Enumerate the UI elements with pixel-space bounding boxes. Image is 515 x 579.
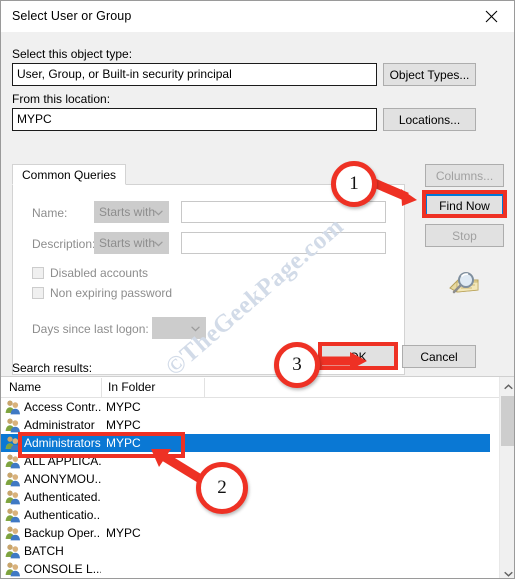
location-label: From this location: — [12, 92, 111, 106]
search-results-label: Search results: — [12, 361, 93, 375]
cancel-button[interactable]: Cancel — [402, 345, 476, 368]
description-operator-combo[interactable]: Starts with — [94, 232, 169, 254]
table-row[interactable]: Authenticatio... — [1, 506, 490, 524]
user-group-icon — [5, 507, 21, 523]
annotation-highlight-ok — [318, 342, 398, 370]
user-group-icon — [5, 489, 21, 505]
user-group-icon — [5, 525, 21, 541]
checkbox-box — [32, 287, 44, 299]
row-name: Backup Oper... — [24, 526, 101, 540]
user-group-icon — [5, 417, 21, 433]
find-key-magnifier-icon — [445, 270, 483, 300]
description-label: Description: — [32, 237, 96, 251]
row-name: Access Contr... — [24, 400, 101, 414]
annotation-highlight-find-now — [422, 190, 507, 218]
non-expiring-password-label: Non expiring password — [50, 286, 173, 300]
name-label: Name: — [32, 206, 68, 220]
table-row[interactable]: Access Contr... MYPC — [1, 398, 490, 416]
chevron-up-icon — [503, 379, 513, 393]
user-group-icon — [5, 471, 21, 487]
row-in-folder: MYPC — [106, 400, 141, 414]
search-results-list: Name In Folder Access Contr... MYPC Admini… — [1, 376, 514, 579]
days-since-last-logon-combo[interactable] — [152, 317, 206, 339]
row-in-folder: MYPC — [106, 526, 141, 540]
chevron-down-icon — [154, 236, 163, 250]
column-divider[interactable] — [204, 378, 205, 397]
disabled-accounts-label: Disabled accounts — [50, 266, 149, 280]
user-group-icon — [5, 543, 21, 559]
row-name: ANONYMOU... — [24, 472, 101, 486]
disabled-accounts-checkbox[interactable]: Disabled accounts — [32, 266, 148, 280]
location-field[interactable]: MYPC — [12, 108, 377, 131]
name-operator-combo[interactable]: Starts with — [94, 201, 169, 223]
row-name: Authenticated... — [24, 490, 101, 504]
user-group-icon — [5, 399, 21, 415]
row-in-folder: MYPC — [106, 418, 141, 432]
scrollbar-thumb[interactable] — [501, 396, 514, 446]
row-name: Authenticatio... — [24, 508, 101, 522]
dialog-body: Select this object type: User, Group, or… — [1, 32, 514, 579]
object-types-button[interactable]: Object Types... — [383, 63, 476, 86]
object-type-label: Select this object type: — [12, 47, 133, 61]
row-name: BATCH — [24, 544, 64, 558]
close-button[interactable] — [469, 1, 514, 31]
description-operator-value: Starts with — [99, 236, 156, 250]
vertical-scrollbar[interactable] — [499, 377, 514, 579]
chevron-down-icon — [191, 321, 200, 335]
locations-button[interactable]: Locations... — [383, 108, 476, 131]
table-row[interactable]: Backup Oper... MYPC — [1, 524, 490, 542]
columns-button[interactable]: Columns... — [425, 164, 504, 187]
table-row[interactable]: BATCH — [1, 542, 490, 560]
select-user-or-group-dialog: Select User or Group Select this object … — [0, 0, 515, 579]
table-row[interactable]: CONSOLE L... — [1, 560, 490, 578]
title-bar: Select User or Group — [1, 1, 514, 32]
tab-common-queries[interactable]: Common Queries — [12, 164, 127, 185]
column-header-in-folder[interactable]: In Folder — [108, 380, 155, 394]
row-name: Administrator — [24, 418, 95, 432]
annotation-step-2: 2 — [196, 462, 248, 514]
row-name: CONSOLE L... — [24, 562, 101, 576]
chevron-down-icon — [154, 205, 163, 219]
chevron-down-icon — [503, 566, 513, 579]
days-since-last-logon-label: Days since last logon: — [32, 322, 149, 336]
close-icon — [485, 10, 498, 23]
stop-button[interactable]: Stop — [425, 224, 504, 247]
annotation-step-1: 1 — [331, 161, 377, 207]
column-divider[interactable] — [101, 378, 102, 397]
user-group-icon — [5, 561, 21, 577]
page-title: Select User or Group — [12, 9, 132, 23]
checkbox-box — [32, 267, 44, 279]
annotation-step-3: 3 — [274, 342, 320, 388]
description-input[interactable] — [181, 232, 386, 254]
non-expiring-password-checkbox[interactable]: Non expiring password — [32, 286, 172, 300]
column-header-name[interactable]: Name — [9, 380, 41, 394]
object-type-field[interactable]: User, Group, or Built-in security princi… — [12, 63, 377, 86]
name-operator-value: Starts with — [99, 205, 156, 219]
list-header: Name In Folder — [1, 377, 514, 398]
scroll-down-button[interactable] — [500, 564, 514, 579]
annotation-highlight-administrators — [18, 432, 185, 458]
scroll-up-button[interactable] — [500, 377, 514, 394]
